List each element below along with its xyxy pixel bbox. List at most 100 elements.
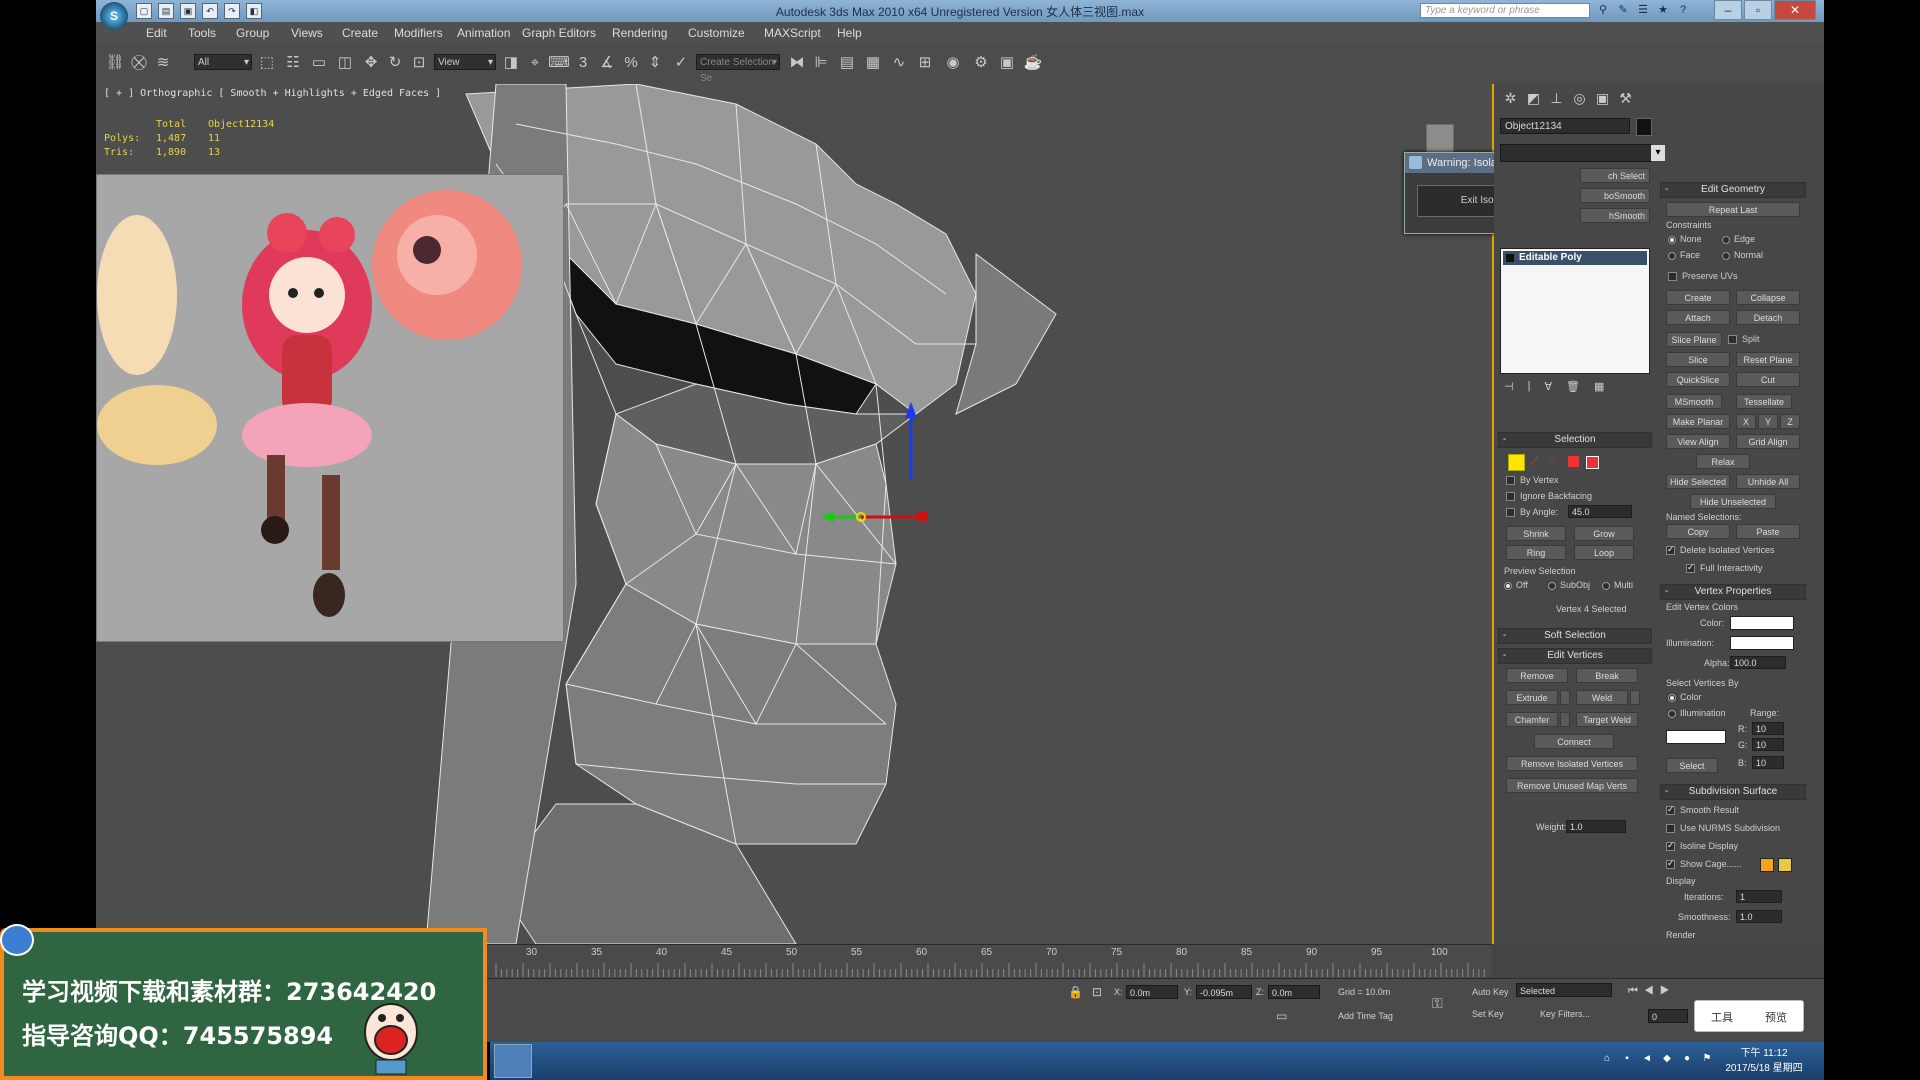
planar-x-button[interactable]: X [1736, 414, 1756, 429]
copy-button[interactable]: Copy [1666, 524, 1730, 539]
viewport-label[interactable]: [ + ] Orthographic [ Smooth + Highlights… [104, 88, 441, 99]
communication-center-icon[interactable]: ✎ [1616, 3, 1630, 17]
z-coordinate-field[interactable]: 0.0m [1268, 985, 1320, 999]
collapse-button[interactable]: Collapse [1736, 290, 1800, 305]
select-color-swatch[interactable] [1666, 730, 1726, 744]
break-button[interactable]: Break [1576, 668, 1638, 683]
constraint-edge-radio[interactable] [1722, 236, 1730, 244]
view-align-button[interactable]: View Align [1666, 434, 1730, 449]
smooth-result-checkbox[interactable] [1666, 804, 1675, 815]
selection-rollout-header[interactable]: Selection [1498, 432, 1652, 448]
menu-graph-editors[interactable]: Graph Editors [522, 26, 596, 40]
select-object-icon[interactable]: ⬚ [256, 52, 278, 74]
cage-color-2-swatch[interactable] [1778, 858, 1792, 872]
quick-render-icon[interactable]: ☕ [1022, 52, 1044, 74]
mirror-icon[interactable]: ⧓ [786, 52, 808, 74]
keyboard-shortcut-icon[interactable]: ⌨ [548, 52, 570, 74]
pin-stack-icon[interactable]: ⊣ [1504, 380, 1514, 393]
edit-named-selection-icon[interactable]: ✓ [670, 52, 692, 74]
grow-button[interactable]: Grow [1574, 526, 1634, 541]
quickslice-button[interactable]: QuickSlice [1666, 372, 1730, 387]
edge-mode-icon[interactable]: ⟋ [1530, 454, 1545, 469]
subscription-icon[interactable]: ☰ [1636, 3, 1650, 17]
menu-tools[interactable]: Tools [188, 26, 216, 40]
minimize-button[interactable]: – [1714, 0, 1742, 20]
snaps-toggle-icon[interactable]: 3 [572, 52, 594, 74]
object-color-swatch[interactable] [1636, 118, 1652, 136]
select-by-name-icon[interactable]: ☷ [282, 52, 304, 74]
curve-editor-icon[interactable]: ∿ [888, 52, 910, 74]
shrink-button[interactable]: Shrink [1506, 526, 1566, 541]
subdivision-surface-header[interactable]: Subdivision Surface [1660, 784, 1806, 800]
hide-selected-button[interactable]: Hide Selected [1666, 474, 1730, 489]
menu-maxscript[interactable]: MAXScript [764, 26, 821, 40]
menu-edit[interactable]: Edit [146, 26, 167, 40]
angle-snap-icon[interactable]: ∡ [596, 52, 618, 74]
soft-selection-header[interactable]: Soft Selection [1498, 628, 1652, 644]
mesh-select-button[interactable]: ch Select [1580, 168, 1650, 183]
extrude-button[interactable]: Extrude [1506, 690, 1558, 705]
current-frame-field[interactable]: 0 [1648, 1009, 1688, 1023]
menu-views[interactable]: Views [291, 26, 323, 40]
grid-align-button[interactable]: Grid Align [1736, 434, 1800, 449]
hide-unselected-button[interactable]: Hide Unselected [1690, 494, 1776, 509]
y-coordinate-field[interactable]: -0.095m [1196, 985, 1252, 999]
set-key-button[interactable]: Set Key [1472, 1009, 1504, 1019]
vertex-mode-icon[interactable] [1508, 454, 1525, 471]
polygon-mode-icon[interactable] [1568, 456, 1579, 467]
menu-create[interactable]: Create [342, 26, 378, 40]
binoculars-icon[interactable]: ⚲ [1596, 3, 1610, 17]
tray-shield-icon[interactable]: ◆ [1660, 1052, 1674, 1066]
edit-vertices-header[interactable]: Edit Vertices [1498, 648, 1652, 664]
slice-button[interactable]: Slice [1666, 352, 1730, 367]
turbosmooth-button[interactable]: boSmooth [1580, 188, 1650, 203]
ime-tools-button[interactable]: 工具 [1711, 1009, 1733, 1025]
loop-button[interactable]: Loop [1574, 545, 1634, 560]
favorites-star-icon[interactable]: ★ [1656, 3, 1670, 17]
motion-tab-icon[interactable]: ◎ [1571, 90, 1588, 107]
close-button[interactable]: ✕ [1774, 0, 1816, 20]
bind-space-warp-icon[interactable]: ≋ [152, 52, 174, 74]
border-mode-icon[interactable]: ◌ [1548, 454, 1563, 469]
tray-network-icon[interactable]: ⌂ [1600, 1052, 1614, 1066]
tessellate-button[interactable]: Tessellate [1736, 394, 1792, 409]
set-key-icon[interactable]: ⚿ [1432, 995, 1443, 1012]
modify-tab-icon[interactable]: ◩ [1525, 90, 1542, 107]
select-link-icon[interactable]: ⛓ [104, 52, 126, 74]
material-editor-icon[interactable]: ◉ [942, 52, 964, 74]
show-end-result-icon[interactable]: | [1528, 380, 1531, 393]
menu-modifiers[interactable]: Modifiers [394, 26, 443, 40]
angle-spinner[interactable]: 45.0 [1568, 505, 1632, 518]
repeat-last-button[interactable]: Repeat Last [1666, 202, 1800, 217]
preview-multi-radio[interactable] [1602, 582, 1610, 590]
percent-snap-icon[interactable]: % [620, 52, 642, 74]
align-icon[interactable]: ⊫ [810, 52, 832, 74]
target-weld-button[interactable]: Target Weld [1576, 712, 1638, 727]
select-scale-icon[interactable]: ⊡ [408, 52, 430, 74]
viewcube[interactable] [1426, 124, 1454, 154]
unlink-icon[interactable]: ⛒ [128, 52, 150, 74]
menu-customize[interactable]: Customize [688, 26, 745, 40]
vertex-select-button[interactable]: Select [1666, 758, 1718, 773]
by-angle-checkbox[interactable] [1506, 508, 1515, 517]
tray-flag-icon[interactable]: ⚑ [1700, 1052, 1714, 1066]
preview-off-radio[interactable] [1504, 582, 1512, 590]
range-r-spinner[interactable]: 10 [1752, 722, 1784, 735]
relax-button[interactable]: Relax [1696, 454, 1750, 469]
modifier-list-dropdown[interactable] [1500, 144, 1665, 162]
create-tab-icon[interactable]: ✲ [1502, 90, 1519, 107]
weld-settings-button[interactable] [1630, 690, 1640, 705]
chamfer-button[interactable]: Chamfer [1506, 712, 1558, 727]
key-mode-dropdown[interactable]: Selected [1516, 983, 1612, 997]
named-selection-dropdown[interactable]: Create Selection Se [696, 54, 780, 84]
reset-plane-button[interactable]: Reset Plane [1736, 352, 1800, 367]
taskbar-app-button[interactable] [494, 1044, 532, 1078]
menu-animation[interactable]: Animation [457, 26, 510, 40]
make-planar-button[interactable]: Make Planar [1666, 414, 1730, 429]
select-by-color-radio[interactable] [1668, 694, 1676, 702]
planar-y-button[interactable]: Y [1758, 414, 1778, 429]
planar-z-button[interactable]: Z [1780, 414, 1800, 429]
iterations-spinner[interactable]: 1 [1736, 890, 1782, 903]
cut-button[interactable]: Cut [1736, 372, 1800, 387]
maximize-button[interactable]: ▫ [1744, 0, 1772, 20]
